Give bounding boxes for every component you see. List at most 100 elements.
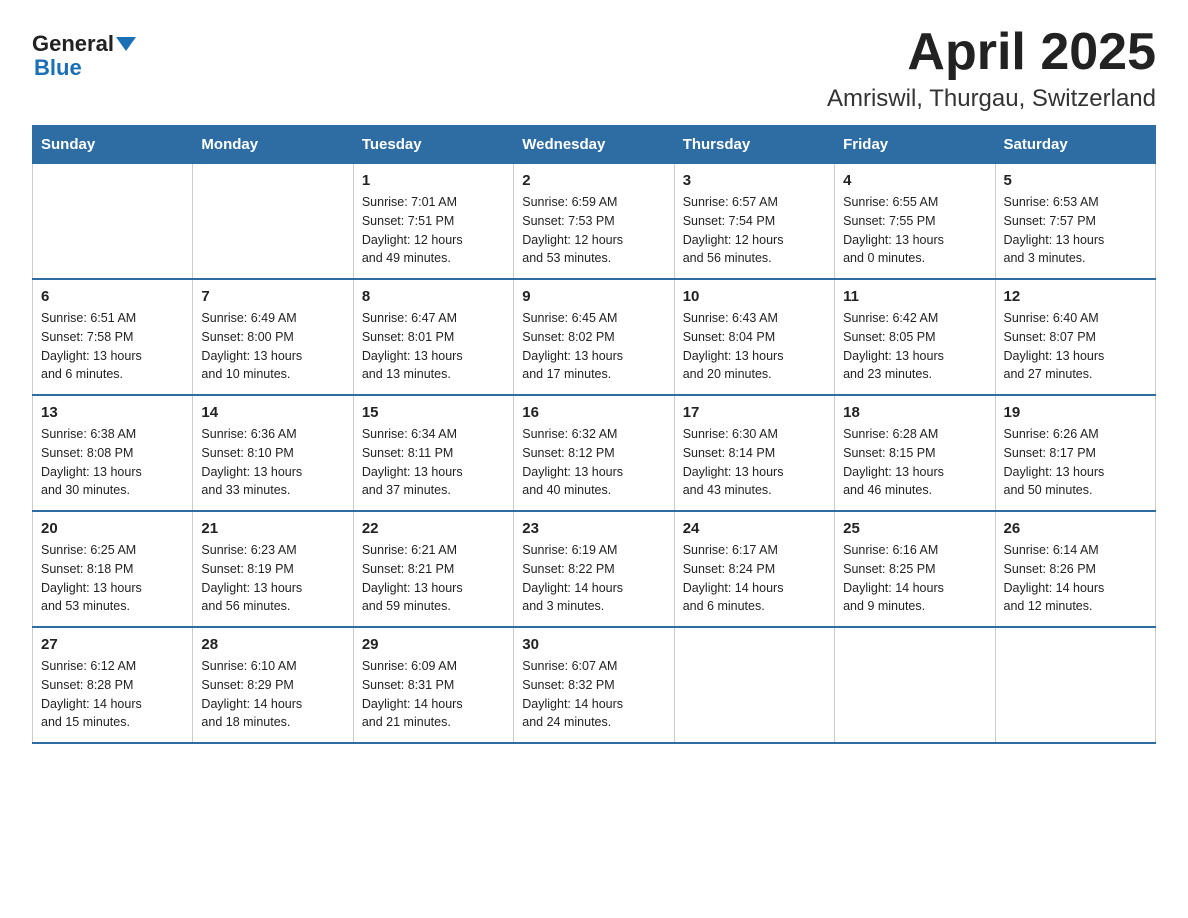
day-info-line: Sunrise: 6:17 AM bbox=[683, 543, 778, 557]
day-info: Sunrise: 6:07 AMSunset: 8:32 PMDaylight:… bbox=[522, 657, 665, 732]
header-cell-thursday: Thursday bbox=[674, 126, 834, 164]
day-info-line: Sunset: 8:02 PM bbox=[522, 330, 614, 344]
day-info-line: and 53 minutes. bbox=[41, 599, 130, 613]
day-info-line: Sunrise: 6:34 AM bbox=[362, 427, 457, 441]
week-row-4: 20Sunrise: 6:25 AMSunset: 8:18 PMDayligh… bbox=[33, 511, 1156, 627]
day-info-line: Sunset: 8:19 PM bbox=[201, 562, 293, 576]
day-info-line: and 50 minutes. bbox=[1004, 483, 1093, 497]
day-info: Sunrise: 6:21 AMSunset: 8:21 PMDaylight:… bbox=[362, 541, 505, 616]
day-number: 14 bbox=[201, 404, 344, 421]
logo: General Blue bbox=[32, 32, 136, 80]
day-info-line: Sunset: 8:22 PM bbox=[522, 562, 614, 576]
day-number: 10 bbox=[683, 288, 826, 305]
day-info-line: Sunset: 7:54 PM bbox=[683, 214, 775, 228]
day-info: Sunrise: 6:49 AMSunset: 8:00 PMDaylight:… bbox=[201, 309, 344, 384]
day-cell: 9Sunrise: 6:45 AMSunset: 8:02 PMDaylight… bbox=[514, 279, 674, 395]
day-info-line: Sunrise: 6:55 AM bbox=[843, 195, 938, 209]
day-cell: 6Sunrise: 6:51 AMSunset: 7:58 PMDaylight… bbox=[33, 279, 193, 395]
day-cell: 11Sunrise: 6:42 AMSunset: 8:05 PMDayligh… bbox=[835, 279, 995, 395]
day-info-line: Daylight: 13 hours bbox=[522, 465, 623, 479]
day-info-line: Sunset: 8:10 PM bbox=[201, 446, 293, 460]
day-info-line: Sunset: 8:07 PM bbox=[1004, 330, 1096, 344]
calendar-table: SundayMondayTuesdayWednesdayThursdayFrid… bbox=[32, 125, 1156, 744]
day-cell: 1Sunrise: 7:01 AMSunset: 7:51 PMDaylight… bbox=[353, 164, 513, 280]
day-info-line: Sunset: 8:29 PM bbox=[201, 678, 293, 692]
day-info-line: Sunrise: 6:25 AM bbox=[41, 543, 136, 557]
day-info-line: Sunset: 8:01 PM bbox=[362, 330, 454, 344]
day-number: 2 bbox=[522, 172, 665, 189]
day-info-line: Daylight: 13 hours bbox=[362, 349, 463, 363]
day-number: 30 bbox=[522, 636, 665, 653]
day-info-line: Sunset: 8:32 PM bbox=[522, 678, 614, 692]
day-cell: 17Sunrise: 6:30 AMSunset: 8:14 PMDayligh… bbox=[674, 395, 834, 511]
day-info-line: and 20 minutes. bbox=[683, 367, 772, 381]
day-number: 23 bbox=[522, 520, 665, 537]
day-info-line: Sunset: 8:25 PM bbox=[843, 562, 935, 576]
day-cell bbox=[33, 164, 193, 280]
day-info-line: Sunset: 8:18 PM bbox=[41, 562, 133, 576]
day-info: Sunrise: 6:28 AMSunset: 8:15 PMDaylight:… bbox=[843, 425, 986, 500]
day-info: Sunrise: 6:16 AMSunset: 8:25 PMDaylight:… bbox=[843, 541, 986, 616]
header-cell-friday: Friday bbox=[835, 126, 995, 164]
day-info-line: Sunset: 8:00 PM bbox=[201, 330, 293, 344]
day-info-line: Daylight: 13 hours bbox=[1004, 349, 1105, 363]
day-info: Sunrise: 7:01 AMSunset: 7:51 PMDaylight:… bbox=[362, 193, 505, 268]
day-info: Sunrise: 6:57 AMSunset: 7:54 PMDaylight:… bbox=[683, 193, 826, 268]
day-info: Sunrise: 6:45 AMSunset: 8:02 PMDaylight:… bbox=[522, 309, 665, 384]
day-cell: 21Sunrise: 6:23 AMSunset: 8:19 PMDayligh… bbox=[193, 511, 353, 627]
day-number: 29 bbox=[362, 636, 505, 653]
day-info: Sunrise: 6:12 AMSunset: 8:28 PMDaylight:… bbox=[41, 657, 184, 732]
day-number: 4 bbox=[843, 172, 986, 189]
day-info-line: Daylight: 14 hours bbox=[1004, 581, 1105, 595]
day-info-line: Daylight: 14 hours bbox=[522, 581, 623, 595]
day-info-line: and 12 minutes. bbox=[1004, 599, 1093, 613]
day-cell bbox=[674, 627, 834, 743]
day-cell: 30 Sunrise: 6:07 AMSunset: 8:32 PMDayligh… bbox=[514, 627, 674, 743]
day-info-line: Daylight: 13 hours bbox=[362, 581, 463, 595]
week-row-1: 1Sunrise: 7:01 AMSunset: 7:51 PMDaylight… bbox=[33, 164, 1156, 280]
day-cell: 14Sunrise: 6:36 AMSunset: 8:10 PMDayligh… bbox=[193, 395, 353, 511]
day-info-line: Sunset: 8:17 PM bbox=[1004, 446, 1096, 460]
day-info-line: Daylight: 13 hours bbox=[362, 465, 463, 479]
day-info-line: and 33 minutes. bbox=[201, 483, 290, 497]
day-info-line: and 49 minutes. bbox=[362, 251, 451, 265]
day-info-line: and 56 minutes. bbox=[683, 251, 772, 265]
day-info: Sunrise: 6:23 AMSunset: 8:19 PMDaylight:… bbox=[201, 541, 344, 616]
calendar-body: 1Sunrise: 7:01 AMSunset: 7:51 PMDaylight… bbox=[33, 164, 1156, 744]
day-info-line: Sunrise: 6:32 AM bbox=[522, 427, 617, 441]
day-info-line: Sunset: 8:05 PM bbox=[843, 330, 935, 344]
day-info-line: Sunset: 8:08 PM bbox=[41, 446, 133, 460]
day-number: 7 bbox=[201, 288, 344, 305]
day-cell bbox=[995, 627, 1155, 743]
day-cell: 22Sunrise: 6:21 AMSunset: 8:21 PMDayligh… bbox=[353, 511, 513, 627]
page-header: General Blue April 2025 Amriswil, Thurga… bbox=[32, 24, 1156, 113]
day-number: 12 bbox=[1004, 288, 1147, 305]
day-cell: 18Sunrise: 6:28 AMSunset: 8:15 PMDayligh… bbox=[835, 395, 995, 511]
day-info-line: Daylight: 14 hours bbox=[362, 697, 463, 711]
day-info: Sunrise: 6:09 AMSunset: 8:31 PMDaylight:… bbox=[362, 657, 505, 732]
day-info-line: Sunset: 8:28 PM bbox=[41, 678, 133, 692]
day-info-line: and 17 minutes. bbox=[522, 367, 611, 381]
day-info-line: Sunrise: 6:53 AM bbox=[1004, 195, 1099, 209]
day-info-line: Daylight: 13 hours bbox=[683, 465, 784, 479]
day-number: 13 bbox=[41, 404, 184, 421]
day-info-line: and 23 minutes. bbox=[843, 367, 932, 381]
day-info-line: Sunrise: 6:43 AM bbox=[683, 311, 778, 325]
day-info-line: Sunset: 7:53 PM bbox=[522, 214, 614, 228]
day-cell: 24Sunrise: 6:17 AMSunset: 8:24 PMDayligh… bbox=[674, 511, 834, 627]
day-info: Sunrise: 6:25 AMSunset: 8:18 PMDaylight:… bbox=[41, 541, 184, 616]
day-info-line: Daylight: 14 hours bbox=[522, 697, 623, 711]
day-cell: 10Sunrise: 6:43 AMSunset: 8:04 PMDayligh… bbox=[674, 279, 834, 395]
day-info-line: Sunrise: 6:14 AM bbox=[1004, 543, 1099, 557]
day-cell bbox=[193, 164, 353, 280]
day-info-line: Sunrise: 6:49 AM bbox=[201, 311, 296, 325]
day-info-line: Daylight: 12 hours bbox=[522, 233, 623, 247]
day-cell: 2Sunrise: 6:59 AMSunset: 7:53 PMDaylight… bbox=[514, 164, 674, 280]
day-info-line: and 15 minutes. bbox=[41, 715, 130, 729]
day-cell: 13Sunrise: 6:38 AMSunset: 8:08 PMDayligh… bbox=[33, 395, 193, 511]
day-info: Sunrise: 6:47 AMSunset: 8:01 PMDaylight:… bbox=[362, 309, 505, 384]
day-cell: 5Sunrise: 6:53 AMSunset: 7:57 PMDaylight… bbox=[995, 164, 1155, 280]
day-number: 27 bbox=[41, 636, 184, 653]
day-info-line: and 13 minutes. bbox=[362, 367, 451, 381]
week-row-2: 6Sunrise: 6:51 AMSunset: 7:58 PMDaylight… bbox=[33, 279, 1156, 395]
